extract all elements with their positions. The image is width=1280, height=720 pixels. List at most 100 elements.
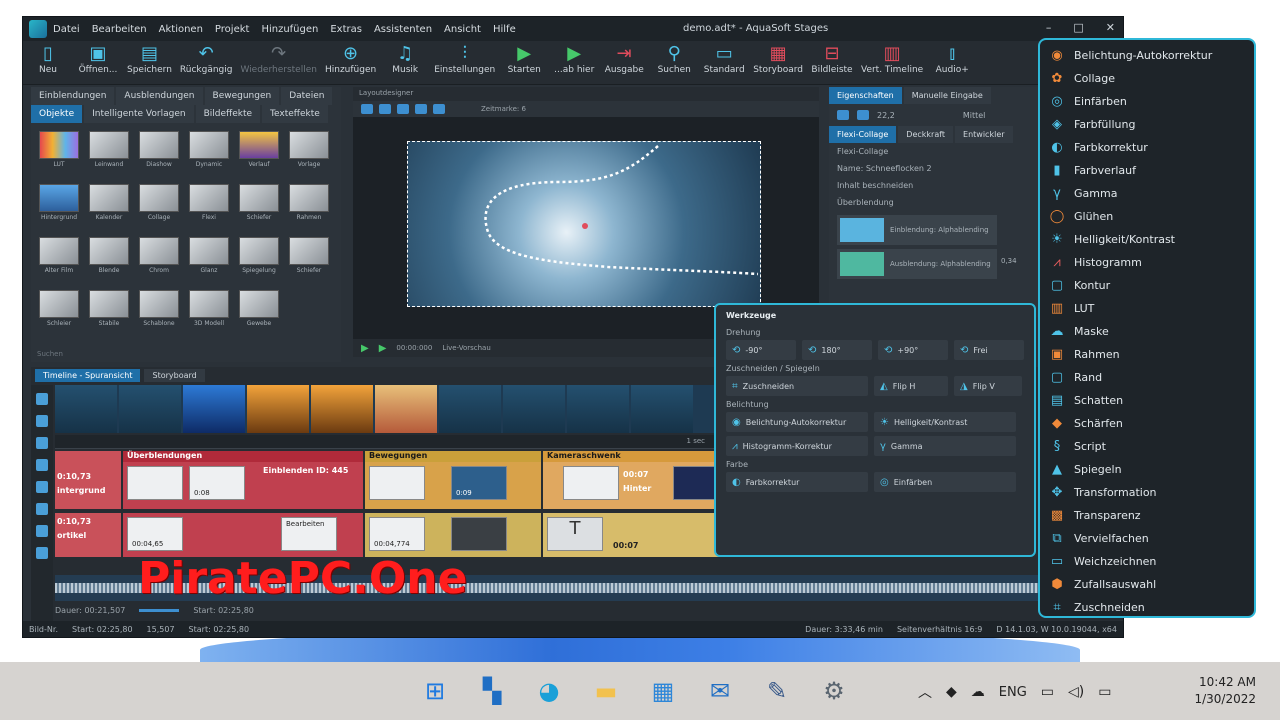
play-icon[interactable]: ▶ [361, 343, 369, 354]
menu-assistenten[interactable]: Assistenten [374, 24, 432, 35]
track-tool-icon[interactable] [36, 525, 48, 537]
effect-script-item[interactable]: § Script [1044, 435, 1250, 458]
object-thumbnail[interactable]: LUT [37, 131, 81, 179]
tool-helligkeit-kontrast-button[interactable]: ☀ Helligkeit/Kontrast [874, 412, 1016, 432]
subtab-deckkraft[interactable]: Deckkraft [898, 126, 954, 143]
battery-icon[interactable]: ▭ [1098, 684, 1111, 700]
effect-weichzeichnen-item[interactable]: ▭ Weichzeichnen [1044, 550, 1250, 573]
menu-ansicht[interactable]: Ansicht [444, 24, 481, 35]
effect-helligkeit-kontrast-item[interactable]: ☀ Helligkeit/Kontrast [1044, 228, 1250, 251]
effect-transformation-item[interactable]: ✥ Transformation [1044, 481, 1250, 504]
object-thumbnail[interactable]: Dynamic [187, 131, 231, 179]
blend-value[interactable]: 0,34 [1001, 257, 1017, 265]
object-thumbnail[interactable]: Leinwand [87, 131, 131, 179]
object-thumbnail[interactable]: Stabile [87, 290, 131, 338]
maximize-button[interactable]: □ [1073, 21, 1083, 34]
object-thumbnail[interactable]: Vorlage [287, 131, 331, 179]
effect-spiegeln-item[interactable]: ▲ Spiegeln [1044, 458, 1250, 481]
track-tool-icon[interactable] [36, 547, 48, 559]
object-thumbnail[interactable]: Kalender [87, 184, 131, 232]
link-icon[interactable] [857, 110, 869, 120]
menu-datei[interactable]: Datei [53, 24, 80, 35]
object-thumbnail[interactable]: Schiefer [237, 184, 281, 232]
paint-icon[interactable]: ✎ [760, 676, 794, 706]
effect-farbfüllung-item[interactable]: ◈ Farbfüllung [1044, 113, 1250, 136]
toolbar-starten-button[interactable]: ▶ Starten [499, 43, 549, 75]
tool-90-button[interactable]: ⟲ -90° [726, 340, 796, 360]
object-thumbnail[interactable]: Rahmen [287, 184, 331, 232]
object-thumbnail[interactable]: Flexi [187, 184, 231, 232]
tab-storyboard[interactable]: Storyboard [144, 369, 205, 382]
object-thumbnail[interactable]: Hintergrund [37, 184, 81, 232]
mail-icon[interactable]: ✉ [703, 676, 737, 706]
tool-90-button[interactable]: ⟲ +90° [878, 340, 948, 360]
track-tool-icon[interactable] [36, 415, 48, 427]
effect-farbverlauf-item[interactable]: ▮ Farbverlauf [1044, 159, 1250, 182]
object-thumbnail[interactable]: Schiefer [287, 237, 331, 285]
layout-tool-icon[interactable] [415, 104, 427, 114]
menu-hinzufügen[interactable]: Hinzufügen [261, 24, 318, 35]
subtab-entwickler[interactable]: Entwickler [955, 126, 1013, 143]
tab-objekte[interactable]: Objekte [31, 105, 83, 123]
live-preview-toggle[interactable]: Live-Vorschau [442, 344, 490, 352]
tool-180-button[interactable]: ⟲ 180° [802, 340, 872, 360]
eye-icon[interactable] [837, 110, 849, 120]
subtab-flexi-collage[interactable]: Flexi-Collage [829, 126, 897, 143]
effect-rand-item[interactable]: ▢ Rand [1044, 366, 1250, 389]
object-thumbnail[interactable]: Schablone [137, 290, 181, 338]
edge-browser-icon[interactable]: ◕ [532, 676, 566, 706]
layout-tool-icon[interactable] [361, 104, 373, 114]
tab-eigenschaften[interactable]: Eigenschaften [829, 87, 902, 104]
store-icon[interactable]: ▦ [646, 676, 680, 706]
blend-out-card[interactable]: Ausblendung: Alphablending [837, 249, 997, 279]
tool-gamma-button[interactable]: γ Gamma [874, 436, 1016, 456]
timeline-clip[interactable]: 0:10,73 intergrund [55, 451, 121, 509]
effect-belichtung-autokorrektur-item[interactable]: ◉ Belichtung-Autokorrektur [1044, 44, 1250, 67]
toolbar-ab-hier-button[interactable]: ▶ ...ab hier [549, 43, 599, 75]
timeline-clip[interactable]: Überblendungen 0:08 Einblenden ID: 445 [123, 451, 363, 509]
toolbar-neu-button[interactable]: ▯ Neu [23, 43, 73, 75]
effect-zufallsauswahl-item[interactable]: ⬢ Zufallsauswahl [1044, 573, 1250, 596]
minimize-button[interactable]: – [1046, 21, 1052, 34]
language-indicator[interactable]: ENG [999, 685, 1027, 700]
object-thumbnail[interactable]: Diashow [137, 131, 181, 179]
preview-canvas[interactable] [407, 141, 761, 307]
tab-manuelle-eingabe[interactable]: Manuelle Eingabe [903, 87, 991, 104]
tab-dateien[interactable]: Dateien [281, 87, 333, 105]
layout-tool-icon[interactable] [397, 104, 409, 114]
tab-ausblendungen[interactable]: Ausblendungen [116, 87, 203, 105]
effect-lut-item[interactable]: ▥ LUT [1044, 297, 1250, 320]
toolbar-einstellungen-button[interactable]: ⫶ Einstellungen [430, 43, 499, 75]
taskbar-clock[interactable]: 10:42 AM 1/30/2022 [1194, 674, 1256, 708]
toolbar-audio-button[interactable]: ⫾ Audio+ [927, 43, 977, 75]
chevron-up-icon[interactable]: ︿ [918, 682, 932, 702]
tool-flip-h-button[interactable]: ◭ Flip H [874, 376, 948, 396]
volume-icon[interactable]: ◁) [1068, 684, 1084, 700]
toolbar-rückgängig-button[interactable]: ↶ Rückgängig [176, 43, 237, 75]
toolbar-storyboard-button[interactable]: ▦ Storyboard [749, 43, 807, 75]
timeline-clip[interactable]: 00:04,774 [365, 513, 541, 557]
track-tool-icon[interactable] [36, 481, 48, 493]
effect-maske-item[interactable]: ☁ Maske [1044, 320, 1250, 343]
file-explorer-icon[interactable]: ▬ [589, 676, 623, 706]
tab-timeline-spuransicht[interactable]: Timeline - Spuransicht [35, 369, 141, 382]
timeline-clip[interactable]: 00:04,65 Bearbeiten [123, 513, 363, 557]
network-icon[interactable]: ▭ [1041, 684, 1054, 700]
effect-collage-item[interactable]: ✿ Collage [1044, 67, 1250, 90]
toolbar-wiederherstellen-button[interactable]: ↷ Wiederherstellen [236, 43, 320, 75]
toolbar-suchen-button[interactable]: ⚲ Suchen [649, 43, 699, 75]
effect-transparenz-item[interactable]: ▩ Transparenz [1044, 504, 1250, 527]
tool-belichtung-autokorrektur-button[interactable]: ◉ Belichtung-Autokorrektur [726, 412, 868, 432]
layout-tool-icon[interactable] [379, 104, 391, 114]
timeline-clip[interactable]: Bewegungen 0:09 [365, 451, 541, 509]
toolbar-bildleiste-button[interactable]: ⊟ Bildleiste [807, 43, 857, 75]
track-tool-icon[interactable] [36, 459, 48, 471]
track-tool-icon[interactable] [36, 393, 48, 405]
object-thumbnail[interactable]: Alter Film [37, 237, 81, 285]
security-icon[interactable]: ◆ [946, 684, 957, 700]
tab-intelligente-vorlagen[interactable]: Intelligente Vorlagen [84, 105, 194, 123]
tab-texteffekte[interactable]: Texteffekte [262, 105, 328, 123]
object-thumbnail[interactable]: Blende [87, 237, 131, 285]
object-thumbnail[interactable]: Spiegelung [237, 237, 281, 285]
tab-bewegungen[interactable]: Bewegungen [204, 87, 280, 105]
